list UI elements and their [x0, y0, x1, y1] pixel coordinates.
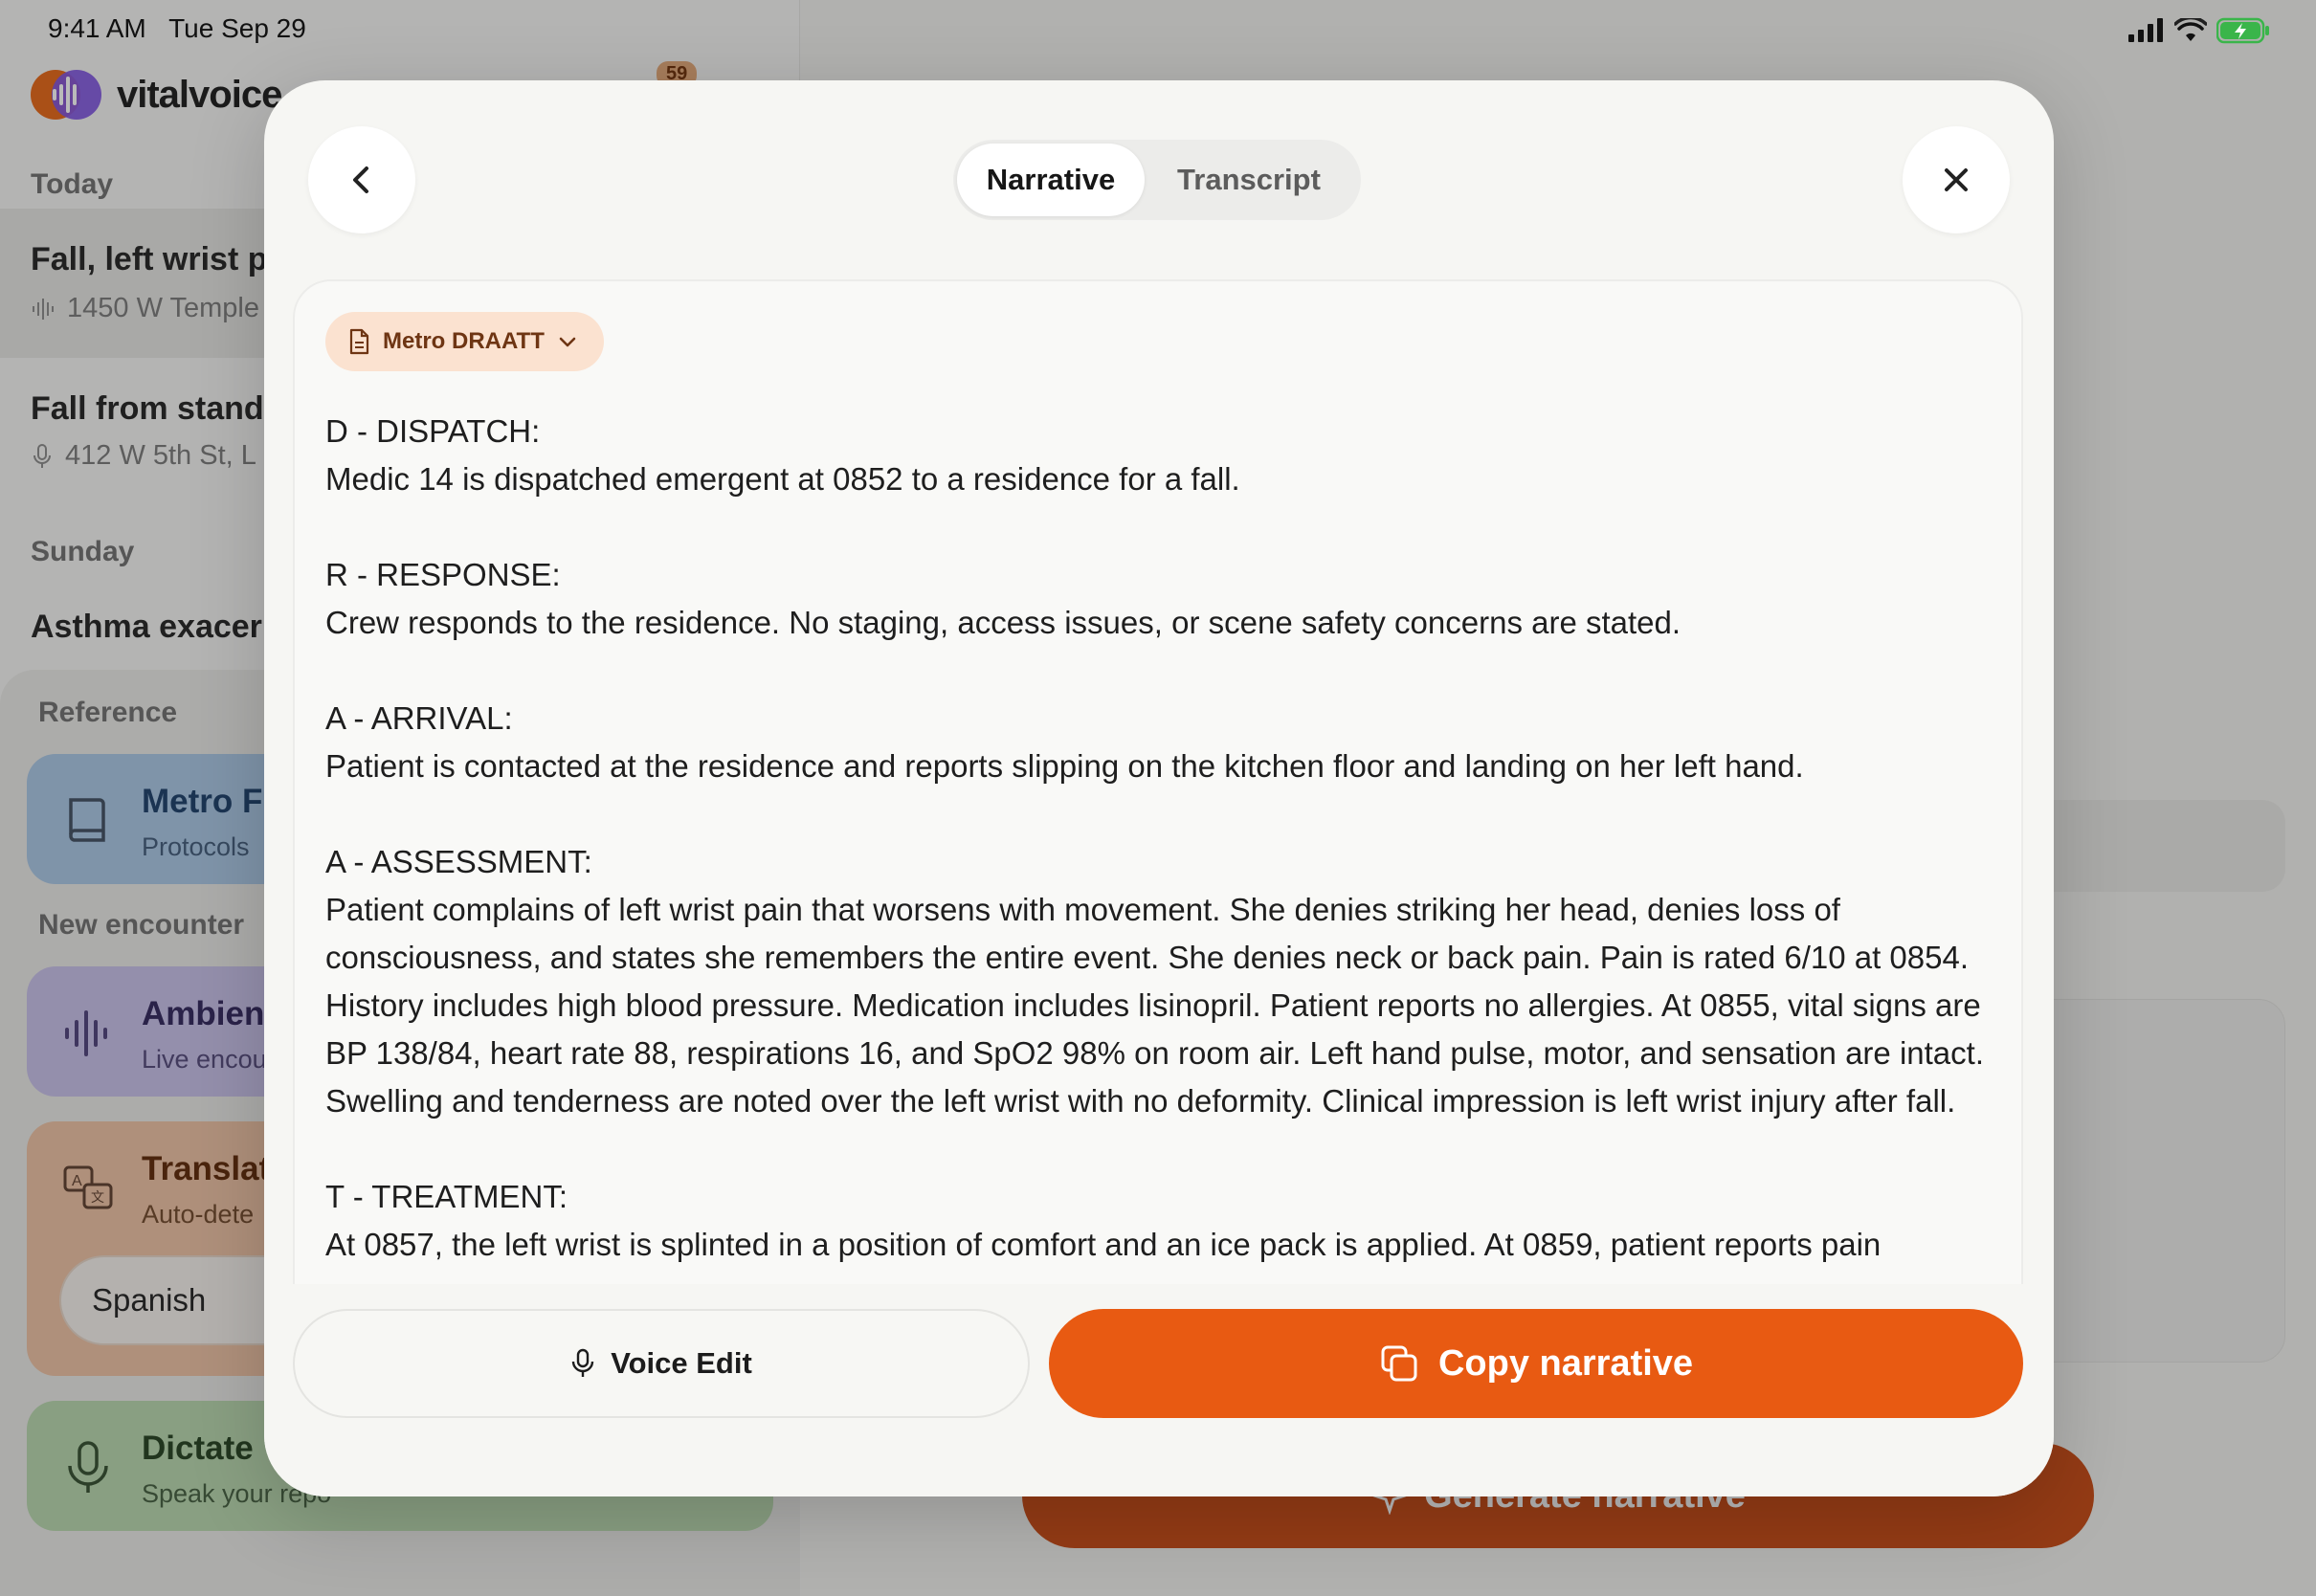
section-body: Medic 14 is dispatched emergent at 0852 … — [325, 461, 1240, 497]
voice-edit-button[interactable]: Voice Edit — [293, 1309, 1030, 1418]
copy-narrative-button[interactable]: Copy narrative — [1049, 1309, 2023, 1418]
back-button[interactable] — [308, 126, 415, 233]
view-tabs: Narrative Transcript — [953, 140, 1361, 220]
narrative-content[interactable]: Metro DRAATT D - DISPATCH: Medic 14 is d… — [293, 279, 2023, 1428]
section-heading: R - RESPONSE: — [325, 557, 561, 592]
section-heading: D - DISPATCH: — [325, 413, 541, 449]
chevron-down-icon — [559, 337, 576, 347]
narrative-section: A - ARRIVAL: Patient is contacted at the… — [325, 695, 1991, 790]
chevron-left-icon — [353, 166, 368, 193]
narrative-section: A - ASSESSMENT: Patient complains of lef… — [325, 838, 1991, 1125]
section-heading: A - ARRIVAL: — [325, 700, 513, 736]
modal-footer: Voice Edit Copy narrative — [264, 1284, 2054, 1496]
tab-transcript[interactable]: Transcript — [1145, 144, 1353, 216]
section-body: At 0857, the left wrist is splinted in a… — [325, 1227, 1882, 1262]
narrative-section: T - TREATMENT: At 0857, the left wrist i… — [325, 1173, 1991, 1269]
narrative-modal: Narrative Transcript Metro DRAATT D - DI… — [264, 80, 2054, 1496]
document-icon — [349, 328, 369, 355]
tab-narrative[interactable]: Narrative — [957, 144, 1145, 216]
section-body: Patient complains of left wrist pain tha… — [325, 892, 1984, 1119]
close-button[interactable] — [1903, 126, 2010, 233]
section-heading: T - TREATMENT: — [325, 1179, 568, 1214]
close-icon — [1945, 168, 1968, 191]
copy-narrative-label: Copy narrative — [1437, 1342, 1694, 1384]
section-body: Patient is contacted at the residence an… — [325, 748, 1804, 784]
template-selector[interactable]: Metro DRAATT — [325, 312, 604, 371]
microphone-icon — [572, 1348, 594, 1377]
narrative-section: R - RESPONSE: Crew responds to the resid… — [325, 551, 1991, 647]
section-heading: A - ASSESSMENT: — [325, 844, 592, 879]
template-name: Metro DRAATT — [383, 328, 545, 354]
section-body: Crew responds to the residence. No stagi… — [325, 605, 1681, 640]
narrative-text: D - DISPATCH: Medic 14 is dispatched eme… — [325, 408, 1991, 1317]
voice-edit-label: Voice Edit — [611, 1346, 752, 1380]
copy-icon — [1381, 1345, 1417, 1382]
narrative-section: D - DISPATCH: Medic 14 is dispatched eme… — [325, 408, 1991, 503]
